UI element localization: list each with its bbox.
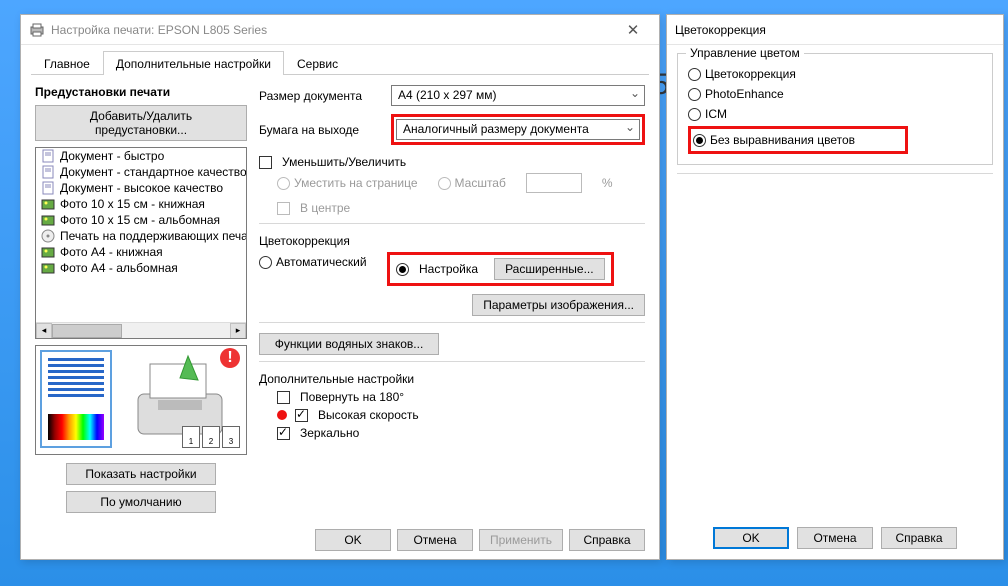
add-remove-presets-button[interactable]: Добавить/Удалить предустановки...: [35, 105, 247, 141]
scale-radio: [438, 177, 451, 190]
titlebar: Настройка печати: EPSON L805 Series ✕: [21, 15, 659, 45]
nocolor-radio[interactable]: [693, 134, 706, 147]
image-params-button[interactable]: Параметры изображения...: [472, 294, 645, 316]
custom-radio[interactable]: [396, 263, 409, 276]
fit-to-page-label: Уместить на странице: [294, 176, 418, 190]
show-settings-button[interactable]: Показать настройки: [66, 463, 216, 485]
help-button[interactable]: Справка: [569, 529, 645, 551]
photo-icon: [40, 197, 56, 211]
preset-list[interactable]: Документ - быстро Документ - стандартное…: [35, 147, 247, 339]
photo-icon: [40, 245, 56, 259]
cancel-button[interactable]: Отмена: [397, 529, 473, 551]
help-button[interactable]: Справка: [881, 527, 957, 549]
center-label: В центре: [300, 201, 350, 215]
advanced-button[interactable]: Расширенные...: [494, 258, 605, 280]
doc-size-select[interactable]: A4 (210 x 297 мм): [391, 85, 645, 106]
list-item[interactable]: Документ - стандартное качество: [36, 164, 246, 180]
color-management-groupbox: Управление цветом Цветокоррекция PhotoEn…: [677, 53, 993, 165]
color-correction-window: Цветокоррекция Управление цветом Цветоко…: [666, 14, 1004, 560]
page-order-icon: 123: [182, 426, 240, 448]
percent-label: %: [602, 176, 613, 190]
printer-icon: [29, 22, 45, 38]
disc-icon: [40, 229, 56, 243]
list-item[interactable]: Фото 10 x 15 см - книжная: [36, 196, 246, 212]
high-speed-checkbox[interactable]: [295, 409, 308, 422]
output-paper-label: Бумага на выходе: [259, 123, 385, 137]
center-checkbox: [277, 202, 290, 215]
preset-label: Документ - быстро: [60, 149, 164, 163]
colorcorr-label: Цветокоррекция: [705, 67, 796, 81]
rotate180-checkbox[interactable]: [277, 391, 290, 404]
list-item[interactable]: Документ - быстро: [36, 148, 246, 164]
preset-label: Фото А4 - альбомная: [60, 261, 178, 275]
colorbar-icon: [48, 414, 104, 440]
window-title: Настройка печати: EPSON L805 Series: [51, 23, 615, 37]
preset-label: Фото 10 x 15 см - альбомная: [60, 213, 220, 227]
photoenhance-label: PhotoEnhance: [705, 87, 784, 101]
preview-printer-icon: ! 123: [120, 350, 242, 450]
list-item[interactable]: Фото А4 - книжная: [36, 244, 246, 260]
reduce-enlarge-label: Уменьшить/Увеличить: [282, 155, 406, 169]
preset-label: Документ - стандартное качество: [60, 165, 246, 179]
rotate180-label: Повернуть на 180°: [300, 390, 404, 404]
tab-row: Главное Дополнительные настройки Сервис: [21, 45, 659, 75]
tab-service[interactable]: Сервис: [284, 51, 351, 75]
icm-radio[interactable]: [688, 108, 701, 121]
photoenhance-radio[interactable]: [688, 88, 701, 101]
list-item[interactable]: Документ - высокое качество: [36, 180, 246, 196]
mirror-label: Зеркально: [300, 426, 359, 440]
print-settings-window: Настройка печати: EPSON L805 Series ✕ Гл…: [20, 14, 660, 560]
scroll-thumb[interactable]: [52, 324, 122, 338]
high-speed-label: Высокая скорость: [318, 408, 419, 422]
list-item[interactable]: Фото 10 x 15 см - альбомная: [36, 212, 246, 228]
preset-label: Документ - высокое качество: [60, 181, 223, 195]
close-icon[interactable]: ✕: [615, 21, 651, 39]
output-paper-select[interactable]: Аналогичный размеру документа: [396, 119, 640, 140]
ok-button[interactable]: OK: [315, 529, 391, 551]
doc-icon: [40, 165, 56, 179]
custom-label: Настройка: [419, 262, 478, 276]
mirror-checkbox[interactable]: [277, 427, 290, 440]
alert-icon: !: [220, 348, 240, 368]
watermark-functions-button[interactable]: Функции водяных знаков...: [259, 333, 439, 355]
reduce-enlarge-checkbox[interactable]: [259, 156, 272, 169]
nocolor-label: Без выравнивания цветов: [710, 133, 855, 147]
scale-label: Масштаб: [455, 176, 506, 190]
icm-label: ICM: [705, 107, 727, 121]
defaults-button[interactable]: По умолчанию: [66, 491, 216, 513]
apply-button[interactable]: Применить: [479, 529, 563, 551]
preview-pane: ! 123: [35, 345, 247, 455]
colorcorr-radio[interactable]: [688, 68, 701, 81]
auto-radio[interactable]: [259, 256, 272, 269]
doc-icon: [40, 181, 56, 195]
preset-label: Печать на поддерживающих печат: [60, 229, 246, 243]
preview-document-icon: [40, 350, 112, 448]
tab-main[interactable]: Главное: [31, 51, 103, 75]
ok-button[interactable]: OK: [713, 527, 789, 549]
tab-advanced[interactable]: Дополнительные настройки: [103, 51, 284, 75]
window-title: Цветокоррекция: [675, 23, 995, 37]
auto-label: Автоматический: [276, 255, 367, 269]
doc-icon: [40, 149, 56, 163]
cancel-button[interactable]: Отмена: [797, 527, 873, 549]
preset-label: Фото 10 x 15 см - книжная: [60, 197, 205, 211]
photo-icon: [40, 213, 56, 227]
scroll-right-icon[interactable]: ▸: [230, 323, 246, 339]
fit-to-page-radio: [277, 177, 290, 190]
presets-title: Предустановки печати: [35, 85, 247, 99]
titlebar: Цветокоррекция: [667, 15, 1003, 45]
horizontal-scrollbar[interactable]: ◂ ▸: [36, 322, 246, 338]
more-settings-label: Дополнительные настройки: [259, 372, 645, 386]
list-item[interactable]: Печать на поддерживающих печат: [36, 228, 246, 244]
list-item[interactable]: Фото А4 - альбомная: [36, 260, 246, 276]
groupbox-title: Управление цветом: [686, 46, 804, 60]
scale-input: [526, 173, 582, 193]
doc-size-label: Размер документа: [259, 89, 385, 103]
bullet-icon: [277, 410, 287, 420]
scroll-left-icon[interactable]: ◂: [36, 323, 52, 339]
photo-icon: [40, 261, 56, 275]
preset-label: Фото А4 - книжная: [60, 245, 163, 259]
color-correction-label: Цветокоррекция: [259, 234, 645, 248]
